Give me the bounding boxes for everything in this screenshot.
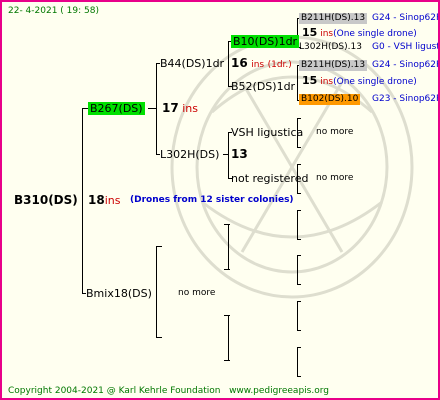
connector-empty (228, 224, 229, 270)
root-drones-note: (Drones from 12 sister colonies) (130, 195, 294, 205)
connector (297, 193, 301, 194)
grandmother-ins-unit: ins (251, 60, 265, 70)
connector-g4 (297, 347, 298, 377)
g4-a-id: B211H(DS).13 (299, 13, 368, 24)
great-grandfather-2-id: not registered (231, 172, 309, 185)
connector (297, 301, 301, 302)
root-ins-number: 18 (88, 193, 105, 207)
connector (297, 330, 301, 331)
great-grandmother-2-id: VSH ligustica (231, 126, 304, 139)
connector-g4 (297, 210, 298, 240)
g4-c-id: B211H(DS).13 (299, 60, 368, 71)
father-note: no more (178, 288, 216, 298)
connector-g4 (297, 255, 298, 285)
connector (297, 147, 301, 148)
footer-copyright-text: Copyright 2004-2021 @ Karl Kehrle Founda… (8, 386, 221, 396)
connector-root (82, 108, 83, 294)
connector-g4 (297, 65, 298, 101)
great-grandfather-2-note: no more (316, 173, 354, 183)
root-ins-unit: ins (104, 194, 121, 207)
g4-c-ins-unit: ins (320, 77, 334, 87)
connector (297, 210, 301, 211)
connector (297, 239, 301, 240)
connector (297, 376, 301, 377)
connector (223, 154, 228, 155)
connector (224, 315, 230, 316)
grandfather-ins: 13 (231, 147, 248, 161)
connector-gf (228, 132, 229, 179)
connector (224, 360, 230, 361)
footer-copyright: Copyright 2004-2021 @ Karl Kehrle Founda… (8, 386, 329, 397)
g4-a-ins: 15 ins(One single drone) (302, 27, 417, 40)
grandmother-note: (1dr.) (267, 60, 292, 70)
root-queen-id: B310(DS) (14, 193, 78, 207)
grandmother-ins: 16 ins (1dr.) (231, 57, 292, 71)
g4-c-ins-note: (One single drone) (333, 77, 417, 87)
g4-a-ins-unit: ins (320, 29, 334, 39)
connector-mother (156, 63, 157, 155)
connector-father (156, 246, 157, 338)
g4-b-id: L302H(DS).13 (299, 42, 362, 52)
g4-c-ins: 15 ins(One single drone) (302, 75, 417, 88)
connector (156, 337, 162, 338)
g4-d-info: G23 - Sinop62R (372, 94, 440, 104)
connector (297, 164, 301, 165)
mother-queen-id: B267(DS) (88, 102, 145, 115)
footer-url[interactable]: www.pedigreeapis.org (229, 386, 329, 396)
connector-empty (228, 315, 229, 361)
great-grandmother-1-id: B10(DS)1dr (231, 35, 300, 48)
connector-g4 (297, 301, 298, 331)
pedigree-frame: 22- 4-2021 ( 19: 58) B310(DS) 18ins (Dro… (0, 0, 440, 400)
connector (297, 347, 301, 348)
g4-a-ins-note: (One single drone) (333, 29, 417, 39)
header-date: 22- 4-2021 ( 19: 58) (8, 6, 99, 16)
great-grandfather-1-id: B52(DS)1dr (231, 80, 296, 93)
g4-b-info: G0 - VSH ligusti (372, 42, 440, 52)
grandmother-ins-number: 16 (231, 56, 248, 70)
connector (297, 118, 301, 119)
connector (297, 255, 301, 256)
g4-a-ins-number: 15 (302, 26, 318, 39)
great-grandmother-2-note: no more (316, 127, 354, 137)
connector (224, 224, 230, 225)
g4-c-info: G24 - Sinop62R (372, 60, 440, 70)
root-ins: 18ins (88, 193, 121, 208)
mother-ins-number: 17 (162, 101, 179, 115)
grandmother-id: B44(DS)1dr (160, 57, 225, 70)
connector (148, 108, 156, 109)
g4-d-id: B102(DS).10 (299, 94, 361, 105)
connector (224, 269, 230, 270)
g4-a-info: G24 - Sinop62R (372, 13, 440, 23)
father-id: Bmix18(DS) (86, 287, 152, 300)
connector (156, 246, 162, 247)
connector-gm (228, 41, 229, 87)
mother-ins: 17 ins (162, 101, 198, 116)
mother-ins-unit: ins (182, 102, 198, 115)
connector (297, 284, 301, 285)
g4-c-ins-number: 15 (302, 74, 318, 87)
grandfather-id: L302H(DS) (160, 148, 220, 161)
